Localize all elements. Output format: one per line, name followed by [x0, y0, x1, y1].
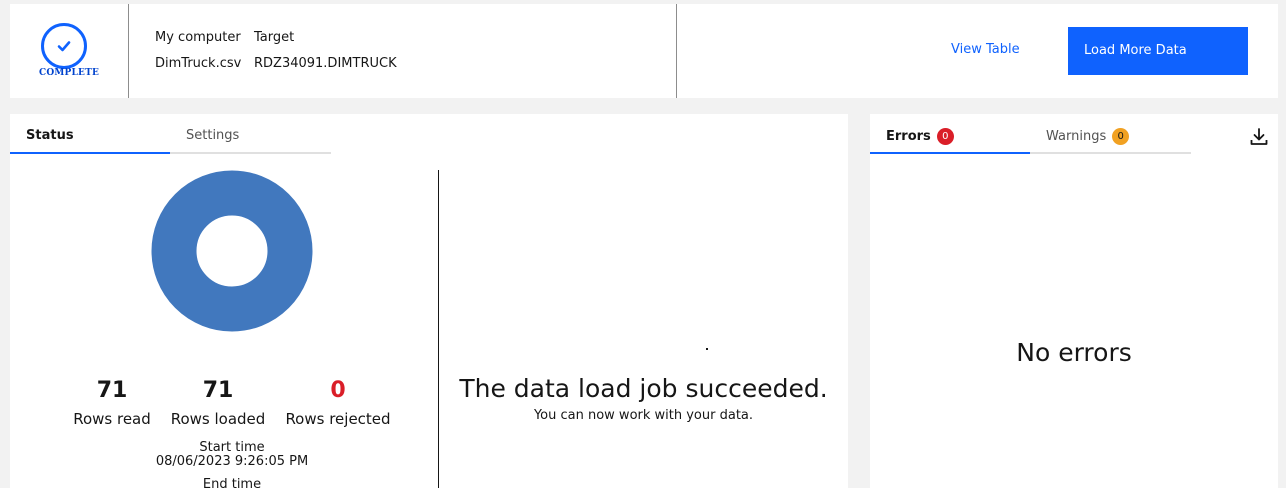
end-time-label: End time	[202, 477, 262, 488]
rows-read-value: 71	[96, 378, 128, 403]
source-file-name: DimTruck.csv	[155, 56, 242, 71]
target-table-name: RDZ34091.DIMTRUCK	[254, 56, 397, 71]
load-more-data-button[interactable]: Load More Data	[1068, 27, 1248, 75]
warnings-count-badge: 0	[1112, 128, 1130, 145]
dot-mark	[706, 348, 708, 350]
complete-status-badge: COMPLETE	[10, 4, 128, 98]
tab-errors-label: Errors	[886, 129, 931, 144]
download-icon[interactable]	[1249, 127, 1269, 151]
start-time-value: 08/06/2023 9:26:05 PM	[155, 454, 309, 469]
tab-warnings[interactable]: Warnings 0	[1030, 114, 1191, 154]
target-label: Target	[254, 30, 295, 45]
start-time-label: Start time	[199, 440, 265, 455]
success-subtitle: You can now work with your data.	[533, 408, 754, 423]
rows-rejected-value: 0	[330, 378, 346, 403]
errors-panel: Errors 0 Warnings 0 No errors	[870, 114, 1278, 488]
rows-loaded-label: Rows loaded	[170, 410, 266, 428]
tab-status[interactable]: Status	[10, 114, 170, 154]
divider	[676, 4, 677, 98]
view-table-link[interactable]: View Table	[951, 42, 1020, 57]
errors-count-badge: 0	[936, 128, 954, 145]
tab-settings[interactable]: Settings	[170, 114, 331, 154]
tab-warnings-label: Warnings	[1046, 129, 1107, 144]
rows-donut-chart	[151, 170, 313, 332]
complete-status-label: COMPLETE	[38, 68, 100, 78]
divider	[128, 4, 129, 98]
donut-ring	[151, 170, 313, 332]
source-label: My computer	[155, 30, 241, 45]
job-summary-bar: COMPLETE My computer Target DimTruck.csv…	[10, 4, 1278, 98]
rows-loaded-value: 71	[202, 378, 234, 403]
rows-read-label: Rows read	[73, 410, 151, 428]
status-panel: Status Settings 71 71 0 Rows read Rows l…	[10, 114, 848, 488]
divider	[438, 170, 439, 488]
no-errors-message: No errors	[1016, 338, 1132, 367]
success-title: The data load job succeeded.	[459, 374, 828, 403]
tab-errors[interactable]: Errors 0	[870, 114, 1030, 154]
rows-rejected-label: Rows rejected	[285, 410, 391, 428]
check-circle-icon	[41, 23, 87, 69]
